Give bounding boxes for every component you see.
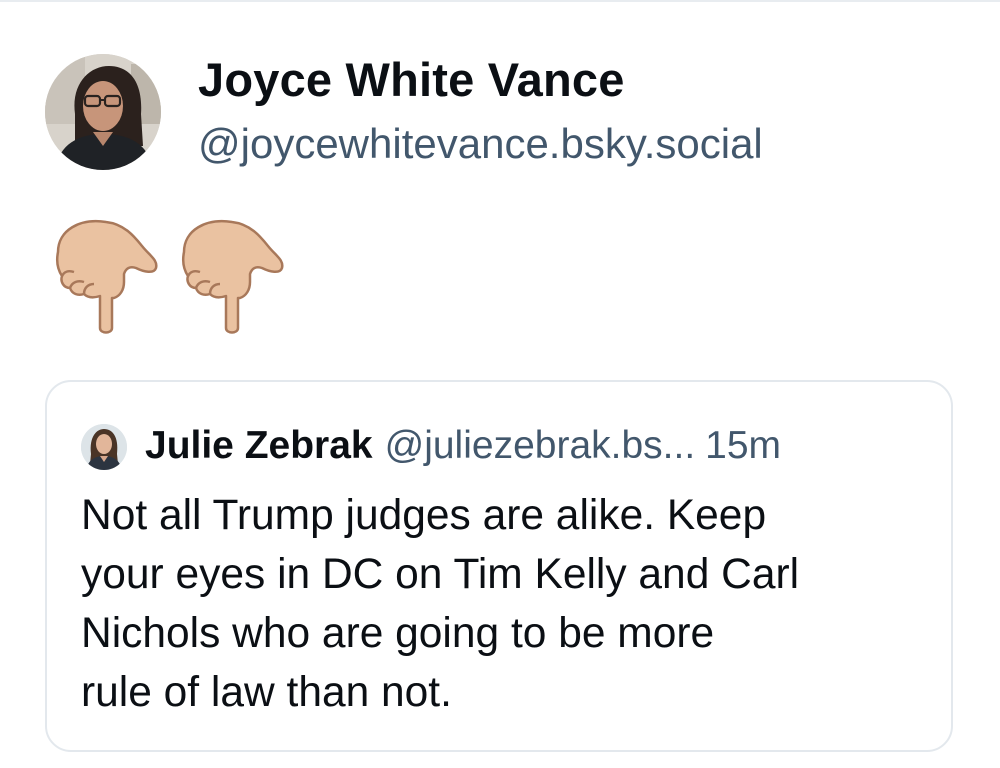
- quoted-author-display-name[interactable]: Julie Zebrak: [145, 420, 373, 472]
- author-avatar-image: [45, 54, 161, 170]
- author-display-name[interactable]: Joyce White Vance: [198, 52, 625, 108]
- top-divider: [0, 0, 1000, 2]
- quoted-author-avatar-image: [81, 424, 127, 470]
- pointing-down-hand-icon: [55, 220, 158, 334]
- author-avatar[interactable]: [45, 54, 161, 170]
- quoted-post-text: Not all Trump judges are alike. Keep you…: [81, 492, 800, 716]
- quoted-author-avatar[interactable]: [81, 424, 127, 470]
- post-view: Joyce White Vance @joycewhitevance.bsky.…: [0, 0, 1000, 768]
- post-text: [50, 212, 288, 336]
- quoted-post-card[interactable]: Julie Zebrak @juliezebrak.bs... 15m Not …: [45, 380, 953, 752]
- pointing-down-hand-icon: [181, 220, 284, 334]
- quoted-post-header: Julie Zebrak @juliezebrak.bs... 15m: [145, 420, 781, 472]
- quoted-author-handle[interactable]: @juliezebrak.bs...: [385, 420, 696, 472]
- author-handle[interactable]: @joycewhitevance.bsky.social: [198, 118, 763, 170]
- quoted-post-timestamp[interactable]: 15m: [705, 420, 781, 472]
